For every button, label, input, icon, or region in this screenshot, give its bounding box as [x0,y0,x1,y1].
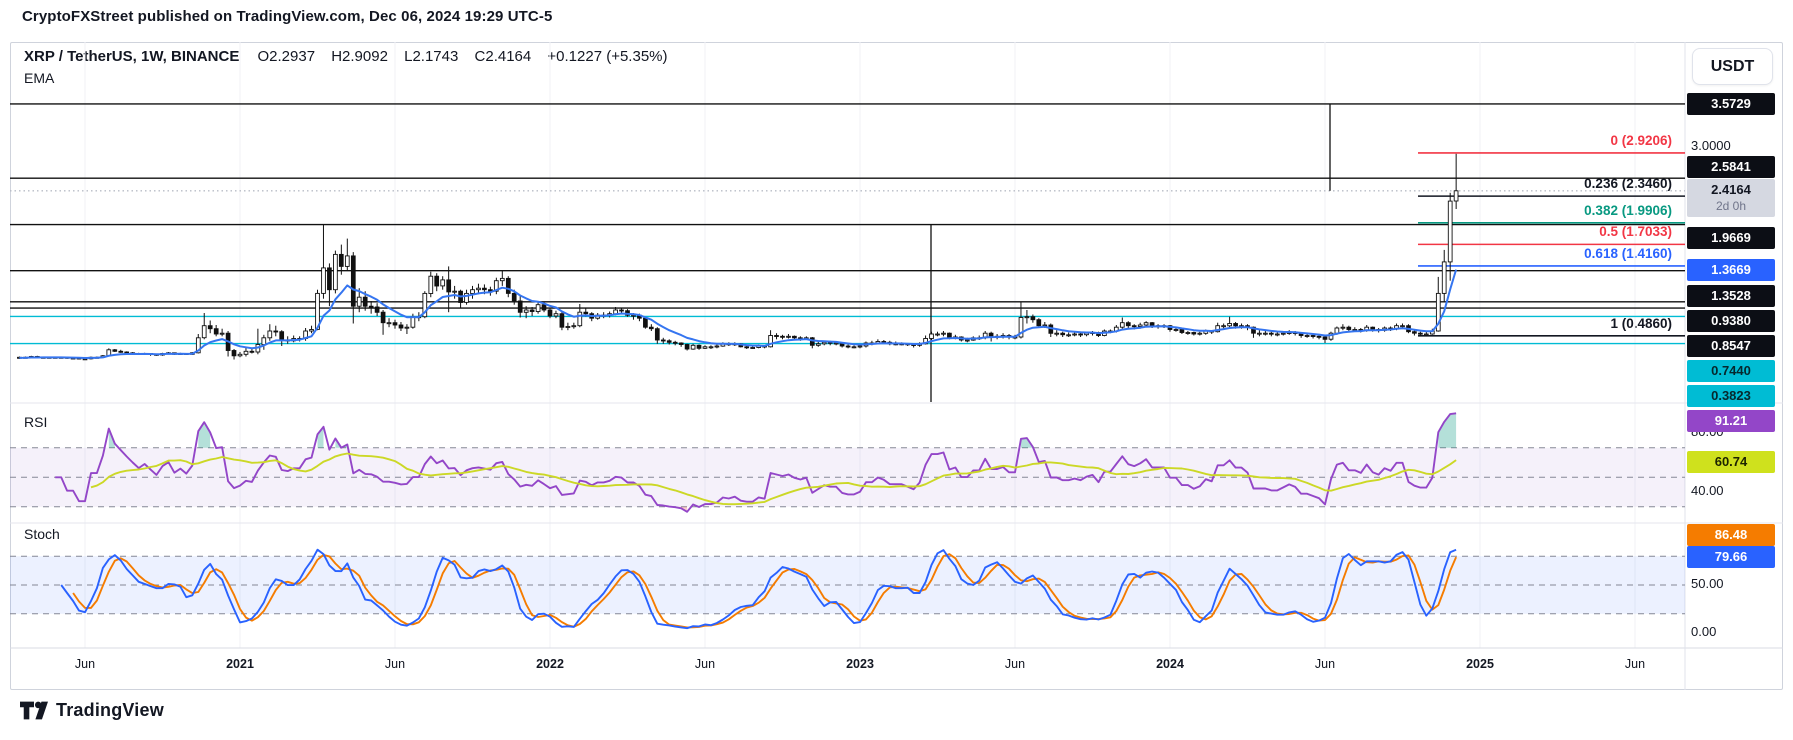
price-level-badge: 0.9380 [1687,310,1775,332]
countdown-timer: 2d 0h [1687,198,1775,215]
price-level-badge: 2.5841 [1687,156,1775,178]
ema-value-badge: 1.3669 [1687,259,1775,281]
price-level-badge: 0.3823 [1687,385,1775,407]
price-level-badge: 1.3528 [1687,285,1775,307]
price-level-badge: 0.8547 [1687,335,1775,357]
tradingview-logo-icon [20,701,48,721]
stoch-k-value-badge: 79.66 [1687,546,1775,568]
rsi-value-badge: 91.21 [1687,410,1775,432]
price-level-badge: 3.5729 [1687,93,1775,115]
stoch-d-value-badge: 86.48 [1687,524,1775,546]
price-level-badge: 0.7440 [1687,360,1775,382]
tradingview-attribution[interactable]: TradingView [20,700,164,721]
currency-toggle-button[interactable]: USDT [1692,48,1773,85]
tradingview-brand-text: TradingView [56,700,164,721]
price-level-badge: 1.9669 [1687,227,1775,249]
rsi-ma-value-badge: 60.74 [1687,451,1775,473]
current-price-badge: 2.41642d 0h [1687,179,1775,217]
